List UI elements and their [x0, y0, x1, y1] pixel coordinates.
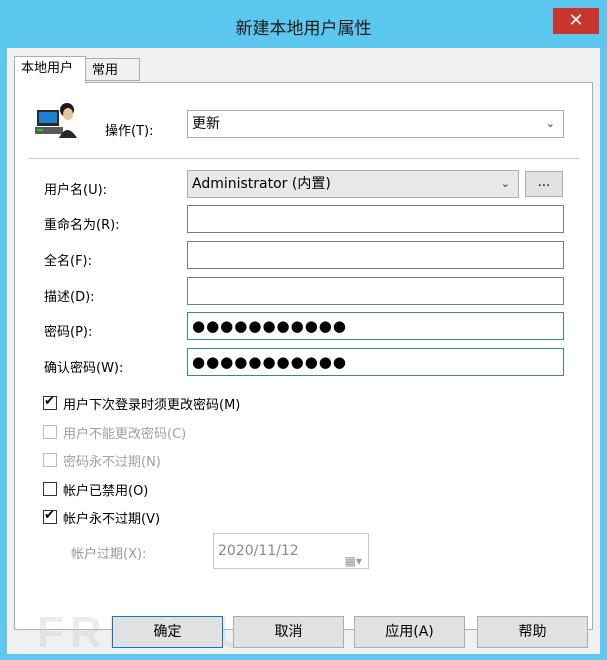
calendar-icon[interactable]: ▦▾: [345, 544, 362, 578]
checkbox-label: 密码永不过期(N): [63, 454, 161, 470]
expiry-date-value: 2020/11/12: [218, 543, 299, 559]
checkbox-box[interactable]: [43, 508, 57, 524]
description-input[interactable]: [187, 277, 564, 305]
user-computer-icon: [35, 103, 77, 138]
close-button[interactable]: ✕: [553, 8, 599, 34]
checkbox-label: 用户下次登录时须更改密码(M): [63, 397, 241, 413]
checkbox-must-change-password[interactable]: 用户下次登录时须更改密码(M): [43, 393, 240, 413]
username-value: Administrator (内置): [192, 176, 331, 192]
checkbox-account-never-expires[interactable]: 帐户永不过期(V): [43, 507, 160, 527]
title-bar[interactable]: 新建本地用户属性 ✕: [0, 0, 607, 48]
operation-value: 更新: [192, 116, 220, 132]
expiry-date-picker[interactable]: 2020/11/12 ▦▾: [213, 533, 369, 569]
description-label: 描述(D):: [44, 290, 95, 305]
checkbox-box[interactable]: [43, 425, 57, 439]
ok-button[interactable]: 确定: [112, 616, 223, 648]
chevron-down-icon: ⌄: [500, 177, 510, 190]
separator: [28, 158, 579, 159]
checkbox-label: 帐户已禁用(O): [63, 483, 149, 499]
tab-panel: 操作(T): 更新 ⌄ 用户名(U): Administrator (内置) ⌄…: [14, 82, 593, 630]
checkbox-cannot-change-password[interactable]: 用户不能更改密码(C): [43, 422, 186, 442]
window-title: 新建本地用户属性: [235, 19, 372, 39]
tab-general[interactable]: 常用: [86, 58, 140, 81]
checkbox-box[interactable]: [43, 394, 57, 410]
checkbox-password-never-expires[interactable]: 密码永不过期(N): [43, 450, 161, 470]
username-label: 用户名(U):: [44, 183, 108, 198]
operation-label: 操作(T):: [105, 124, 154, 139]
password-input[interactable]: ●●●●●●●●●●●: [187, 312, 564, 340]
checkbox-account-disabled[interactable]: 帐户已禁用(O): [43, 479, 148, 499]
confirm-password-label: 确认密码(W):: [44, 361, 124, 376]
username-combo[interactable]: Administrator (内置) ⌄: [187, 170, 519, 198]
checkbox-box[interactable]: [43, 453, 57, 467]
chevron-down-icon: ⌄: [545, 117, 555, 130]
dialog-client: 本地用户 常用 操作(T): 更新 ⌄ 用户名(U): Administrato…: [7, 48, 600, 657]
help-button[interactable]: 帮助: [477, 616, 588, 648]
expiry-label: 帐户过期(X):: [71, 547, 147, 562]
checkbox-label: 用户不能更改密码(C): [63, 426, 187, 442]
confirm-password-input[interactable]: ●●●●●●●●●●●: [187, 348, 564, 376]
apply-button[interactable]: 应用(A): [354, 616, 465, 648]
cancel-button[interactable]: 取消: [233, 616, 344, 648]
password-label: 密码(P):: [44, 325, 93, 340]
browse-button[interactable]: ...: [525, 171, 563, 197]
operation-select[interactable]: 更新 ⌄: [187, 110, 564, 138]
checkbox-box[interactable]: [43, 482, 57, 496]
tab-local-user[interactable]: 本地用户: [14, 56, 86, 83]
dialog-window: 新建本地用户属性 ✕ 本地用户 常用 操作(T): 更新 ⌄ 用户名(U): A…: [0, 0, 607, 660]
rename-label: 重命名为(R):: [44, 218, 120, 233]
fullname-input[interactable]: [187, 241, 564, 269]
fullname-label: 全名(F):: [44, 254, 93, 269]
rename-input[interactable]: [187, 205, 564, 233]
checkbox-label: 帐户永不过期(V): [63, 511, 161, 527]
